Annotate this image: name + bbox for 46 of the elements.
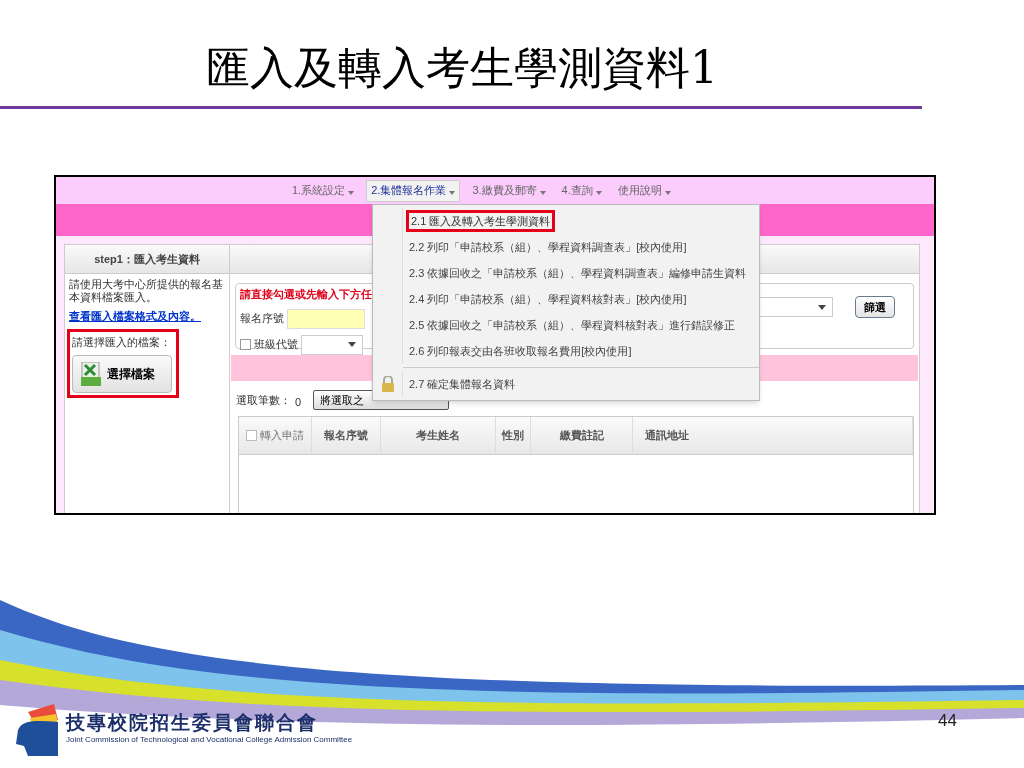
caret-icon xyxy=(348,190,355,195)
dropdown-item[interactable]: 2.7 確定集體報名資料 xyxy=(409,375,516,393)
slide-title: 匯入及轉入考生學測資料1 xyxy=(206,46,718,95)
step-header: step1：匯入考生資料 xyxy=(65,245,229,274)
page-number: 44 xyxy=(938,710,957,732)
dropdown-item[interactable]: 2.4 列印「申請校系（組）、學程資料核對表」[校內使用] xyxy=(409,290,687,308)
menu-item[interactable]: 1.系統設定 xyxy=(288,179,359,202)
serial-label: 報名序號 xyxy=(240,311,284,327)
serial-input[interactable] xyxy=(287,308,365,329)
caret-icon xyxy=(664,190,671,195)
menu-item[interactable]: 4.查詢 xyxy=(557,179,606,202)
organization-name: 技專校院招生委員會聯合會 xyxy=(66,712,319,734)
filter-hint: 請直接勾選或先輸入下方任 xyxy=(240,287,372,302)
dropdown-item[interactable]: 2.5 依據回收之「申請校系（組）、學程資料核對表」進行錯誤修正 xyxy=(409,316,736,334)
column-header: 考生姓名 xyxy=(381,417,496,454)
select-all-checkbox[interactable] xyxy=(246,430,257,441)
class-checkbox[interactable] xyxy=(240,339,251,350)
spreadsheet-icon xyxy=(81,362,101,386)
lock-icon xyxy=(380,376,395,392)
dropdown-item[interactable]: 2.6 列印報表交由各班收取報名費用[校內使用] xyxy=(409,342,632,360)
caret-icon xyxy=(818,304,826,310)
column-header: 性別 xyxy=(496,417,531,454)
count-value: 0 xyxy=(295,394,302,410)
choose-file-label: 請選擇匯入的檔案： xyxy=(72,334,172,350)
menu-item[interactable]: 3.繳費及郵寄 xyxy=(468,179,550,202)
menu-item[interactable]: 使用說明 xyxy=(613,179,675,202)
format-link[interactable]: 查看匯入檔案格式及內容。 xyxy=(69,308,225,325)
instruction-text: 請使用大考中心所提供的報名基本資料檔案匯入。 xyxy=(69,278,224,304)
caret-icon xyxy=(539,190,546,195)
filter-button[interactable]: 篩選 xyxy=(855,296,895,318)
caret-icon xyxy=(449,190,456,195)
dropdown-item[interactable]: 2.1 匯入及轉入考生學測資料 xyxy=(406,210,556,232)
caret-icon xyxy=(595,190,602,195)
column-header: 繳費註記 xyxy=(531,417,633,454)
column-header: 轉入申請 xyxy=(260,428,304,444)
menu-item[interactable]: 2.集體報名作業 xyxy=(366,179,461,202)
dropdown-item[interactable]: 2.3 依據回收之「申請校系（組）、學程資料調查表」編修申請生資料 xyxy=(409,264,747,282)
choose-file-button[interactable]: 選擇檔案 xyxy=(72,355,172,393)
column-header: 通訊地址 xyxy=(633,417,913,454)
class-select[interactable] xyxy=(301,334,363,355)
class-label: 班級代號 xyxy=(254,337,298,353)
column-header: 報名序號 xyxy=(312,417,381,454)
dropdown-item[interactable]: 2.2 列印「申請校系（組）、學程資料調查表」[校內使用] xyxy=(409,238,687,256)
count-label: 選取筆數： xyxy=(236,392,291,408)
organization-english-name: Joint Commission of Technological and Vocational College Admission Committee xyxy=(66,734,353,746)
caret-icon xyxy=(348,342,356,347)
